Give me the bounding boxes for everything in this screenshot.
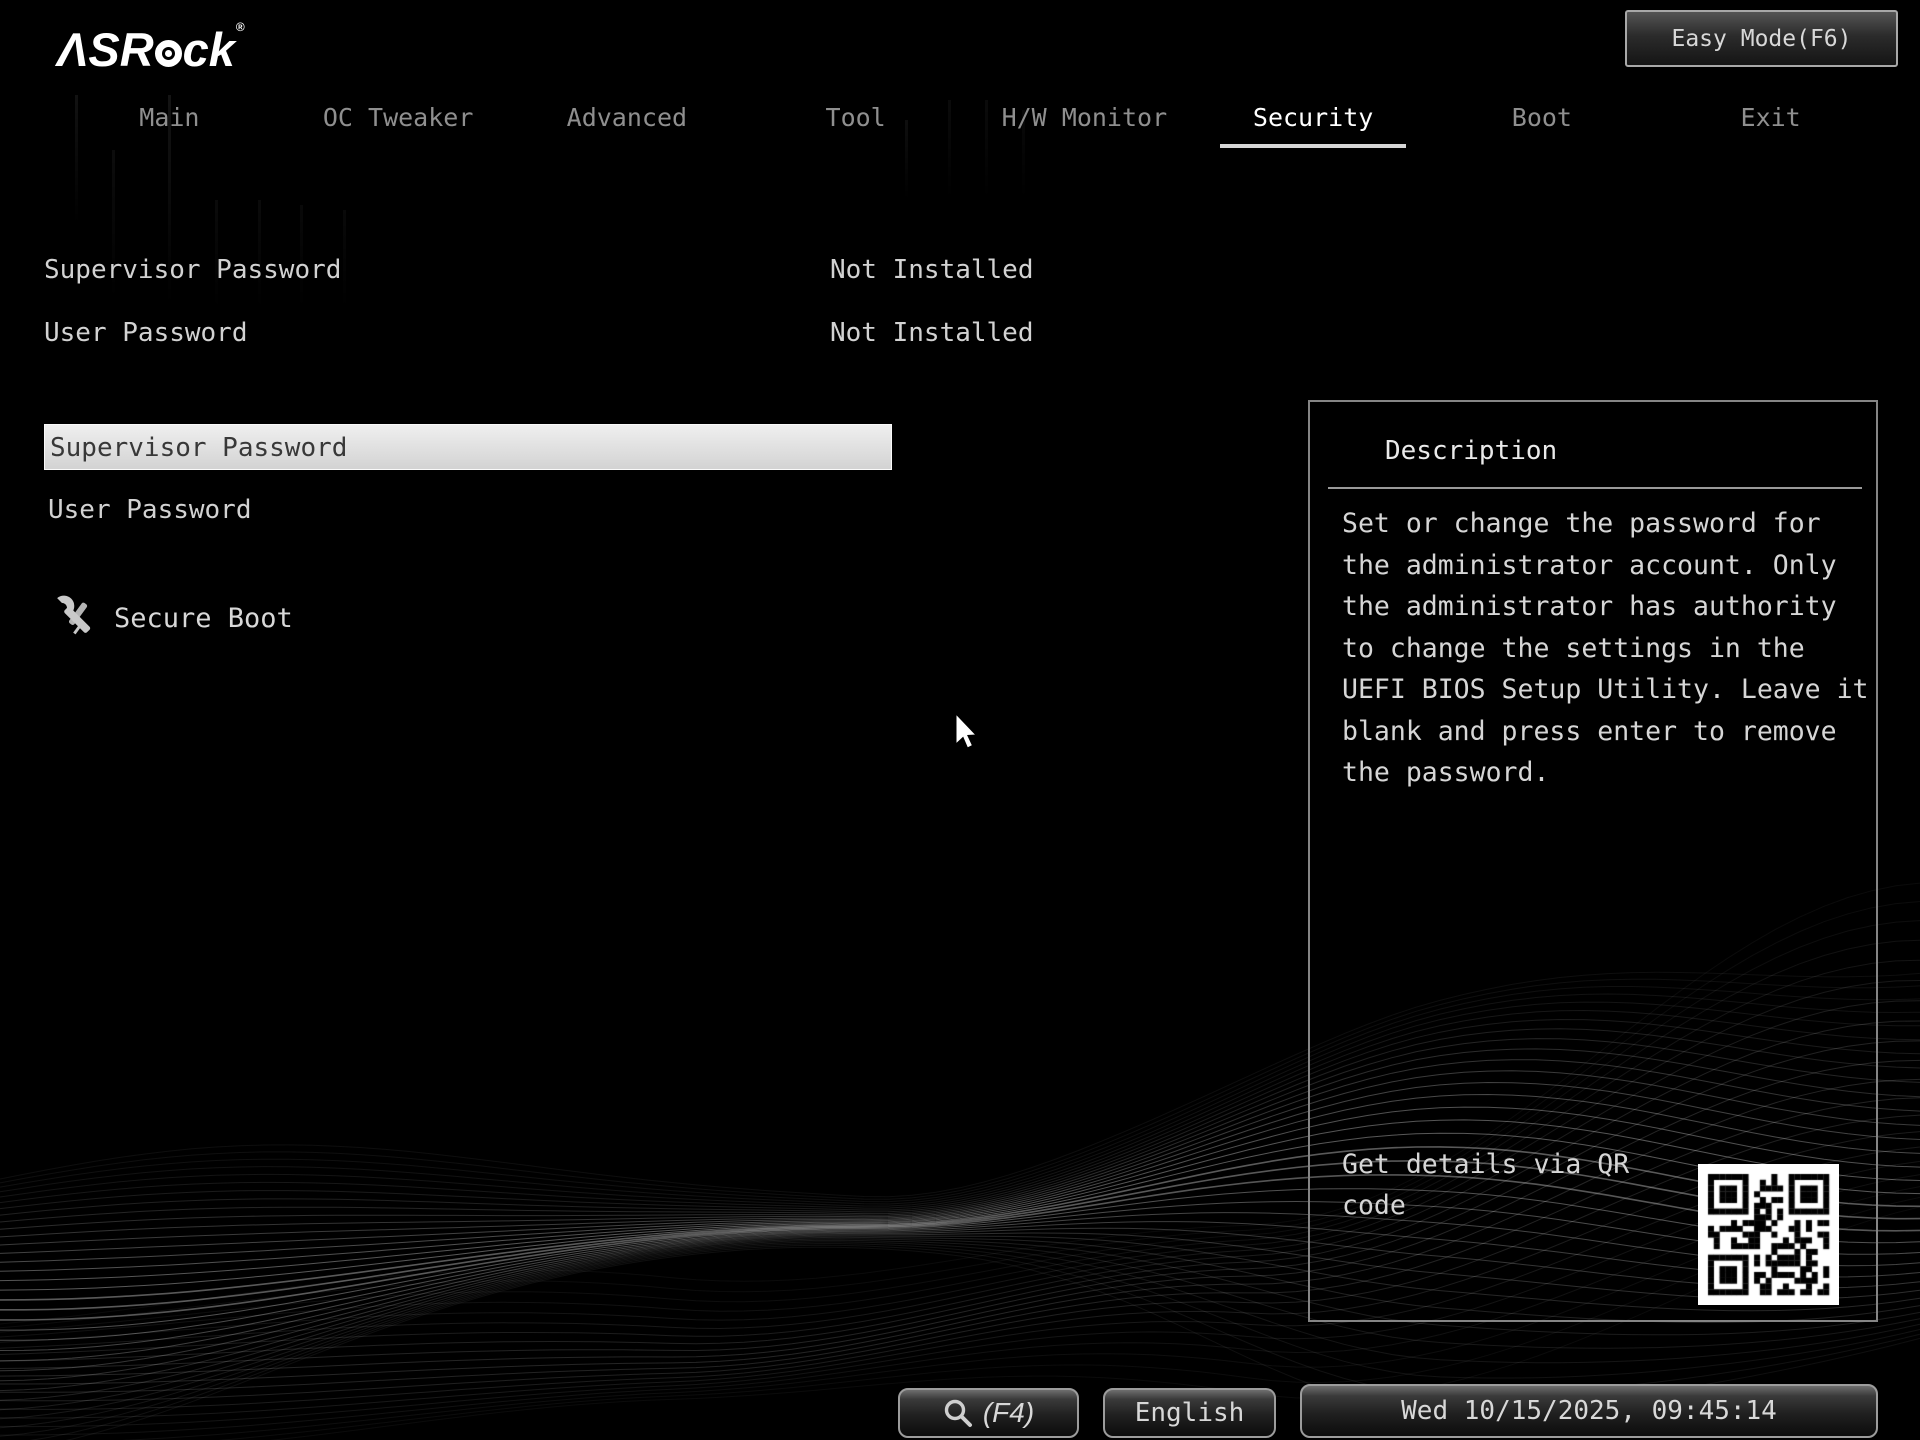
tab-boot[interactable]: Boot [1428,98,1657,142]
main-menu-tabs: Main OC Tweaker Advanced Tool H/W Monito… [55,98,1885,142]
tools-icon [54,595,100,641]
tab-main[interactable]: Main [55,98,284,142]
search-button[interactable]: (F4) [898,1388,1079,1438]
menu-item-secure-boot[interactable]: Secure Boot [54,594,293,642]
logo-text-suffix: ck [183,23,235,76]
user-password-value: Not Installed [830,318,1034,348]
description-panel: Description Set or change the password f… [1308,400,1878,1322]
user-password-label: User Password [44,318,248,348]
menu-item-supervisor-password[interactable]: Supervisor Password [44,424,892,470]
qr-caption: Get details via QR code [1342,1144,1672,1226]
tab-advanced[interactable]: Advanced [513,98,742,142]
description-divider [1328,487,1862,489]
tab-tool[interactable]: Tool [741,98,970,142]
user-password-status-row: User Password Not Installed [0,318,1300,352]
registered-mark: ® [236,20,245,34]
language-button[interactable]: English [1103,1388,1276,1438]
datetime-display: Wed 10/15/2025, 09:45:14 [1300,1384,1878,1438]
search-icon [943,1398,973,1428]
supervisor-password-status-row: Supervisor Password Not Installed [0,255,1300,289]
logo-bullseye-o [155,40,182,67]
mouse-cursor [955,714,981,752]
supervisor-password-value: Not Installed [830,255,1034,285]
qr-code [1698,1164,1839,1305]
asrock-logo: ΛSR ck® [57,22,244,77]
tab-security[interactable]: Security [1199,98,1428,142]
menu-item-user-password[interactable]: User Password [44,488,896,532]
bios-screen: ΛSR ck® Easy Mode(F6) Main OC Tweaker Adv… [0,0,1920,1440]
search-hotkey-label: (F4) [983,1397,1034,1429]
tab-hw-monitor[interactable]: H/W Monitor [970,98,1199,142]
logo-text-prefix: ΛSR [57,23,154,76]
description-body: Set or change the password for the admin… [1342,503,1877,794]
secure-boot-label: Secure Boot [114,603,293,634]
supervisor-password-label: Supervisor Password [44,255,341,285]
description-title: Description [1385,436,1557,466]
tab-exit[interactable]: Exit [1656,98,1885,142]
easy-mode-button[interactable]: Easy Mode(F6) [1625,10,1898,67]
tab-oc-tweaker[interactable]: OC Tweaker [284,98,513,142]
